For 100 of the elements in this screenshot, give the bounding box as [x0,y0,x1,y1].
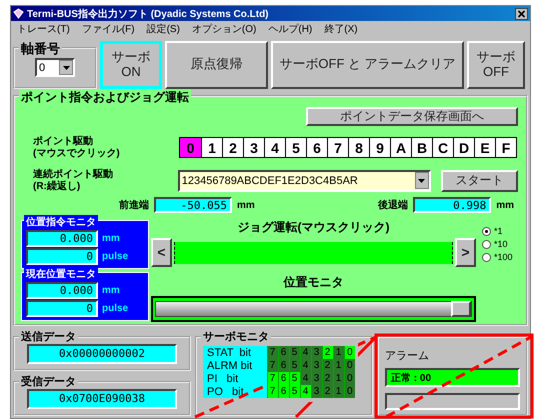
point-button[interactable]: 5 [285,138,306,158]
toolbar-button[interactable]: サーボ ON [100,40,162,90]
bit-lamp: 0 [344,385,355,398]
monitor-title: 位置指令モニタ [24,215,98,230]
menu-item[interactable]: 終了(X) [324,22,358,36]
group-title: 送信データ [19,329,78,344]
bit-lamp: 2 [322,346,333,360]
bit-row-label: ALRM bit [203,359,267,372]
group-title: サーボモニタ [201,329,271,344]
radio-button[interactable] [482,226,491,236]
axis-select[interactable]: 0 [35,58,75,78]
point-button[interactable]: 6 [306,138,327,158]
point-button[interactable]: D [453,138,474,158]
bit-lamp: 0 [344,359,355,372]
jog-left-button[interactable]: < [151,238,172,268]
bit-lamp: 0 [344,346,355,360]
point-button[interactable]: 1 [201,138,222,158]
monitor-value: 0.000 [26,282,98,300]
point-button[interactable]: B [411,138,432,158]
bit-lamp: 6 [278,346,289,360]
unit-label: mm [496,200,514,211]
bit-lamp: 1 [333,372,344,386]
radio-label: *100 [494,252,513,262]
point-button[interactable]: E [474,138,495,158]
point-button[interactable]: 7 [327,138,348,158]
menu-item[interactable]: ファイル(F) [82,22,135,36]
bit-lamp: 5 [289,385,300,398]
bit-lamp: 4 [300,385,311,398]
bit-lamp: 3 [311,359,322,372]
bit-lamp: 7 [267,372,278,386]
point-button[interactable]: 3 [243,138,264,158]
toolbar-button[interactable]: サーボ OFF [467,40,525,90]
group-title: ポイント指令およびジョグ運転 [19,89,191,106]
bit-lamp: 6 [278,359,289,372]
limit-field[interactable]: -50.055 [154,197,232,214]
dropdown-arrow-icon [418,178,426,183]
radio-button[interactable] [482,240,491,249]
bit-lamp: 2 [322,359,333,372]
bit-lamp: 2 [322,385,333,398]
bit-lamp: 4 [300,359,311,372]
point-button[interactable]: 0 [180,138,201,158]
point-button[interactable]: 9 [369,138,390,158]
monitor-value: 0 [26,300,98,318]
bit-row-label: PI bit [203,372,267,386]
menu-item[interactable]: ヘルプ(H) [268,22,312,36]
save-screen-button[interactable]: ポイントデータ保存画面へ [306,107,518,126]
bit-lamp: 3 [311,385,322,398]
unit-label: mm [237,200,255,211]
point-button[interactable]: 2 [222,138,243,158]
bit-lamp: 0 [344,372,355,386]
close-icon[interactable] [515,8,528,20]
limit-field[interactable]: 0.998 [413,197,492,214]
point-button[interactable]: C [432,138,453,158]
point-button[interactable]: A [390,138,411,158]
bit-lamp: 6 [278,372,289,386]
data-field: 0x00000000002 [27,344,177,364]
group-title: アラーム [383,348,431,364]
point-button[interactable]: 8 [348,138,369,158]
limit-label: 前進端 [119,198,149,212]
dropdown-arrow-icon [62,66,70,70]
unit-label: mm [102,285,120,296]
radio-label: *1 [494,226,503,236]
limit-label: 後退端 [378,198,408,212]
monitor-title: 現在位置モニタ [24,267,98,282]
point-drive-label: ポイント駆動 (マウスでクリック) [32,136,121,160]
bit-row-label: STAT bit [203,346,267,360]
bit-lamp: 4 [300,346,311,360]
bit-lamp: 5 [289,359,300,372]
group-title: 受信データ [19,374,78,390]
menu-item[interactable]: 設定(S) [146,22,180,36]
menu-item[interactable]: トレース(T) [17,22,70,36]
position-monitor-title: 位置モニタ [284,274,344,291]
radio-button[interactable] [482,252,491,262]
continuous-drive-label: 連続ポイント駆動 (R:繰返し) [32,169,114,192]
bit-lamp: 1 [333,346,344,360]
radio-label: *10 [494,239,508,250]
unit-label: mm [102,233,120,244]
point-button[interactable]: F [495,138,516,158]
point-button[interactable]: 4 [264,138,285,158]
position-thumb[interactable] [451,301,471,318]
monitor-value: 0.000 [26,230,98,248]
bit-lamp: 7 [267,359,278,372]
unit-label: pulse [102,251,128,262]
bit-lamp: 4 [300,372,311,386]
menu-item[interactable]: オプション(O) [192,22,256,36]
toolbar-button[interactable]: サーボOFF と アラームクリア [271,40,464,90]
bit-lamp: 5 [289,346,300,360]
sequence-combo[interactable]: 123456789ABCDEF1E2D3C4B5AR [178,170,431,192]
bit-lamp: 3 [311,346,322,360]
app-icon [13,8,24,20]
toolbar-button[interactable]: 原点復帰 [165,40,268,90]
bit-lamp: 3 [311,372,322,386]
jog-title: ジョグ運転(マウスクリック) [238,218,390,236]
bit-lamp: 1 [333,385,344,398]
axis-label: 軸番号 [19,40,62,58]
bit-lamp: 7 [267,346,278,360]
monitor-value: 0 [26,248,98,266]
bit-lamp: 2 [322,372,333,386]
start-button[interactable]: スタート [440,170,518,192]
jog-right-button[interactable]: > [455,238,476,268]
